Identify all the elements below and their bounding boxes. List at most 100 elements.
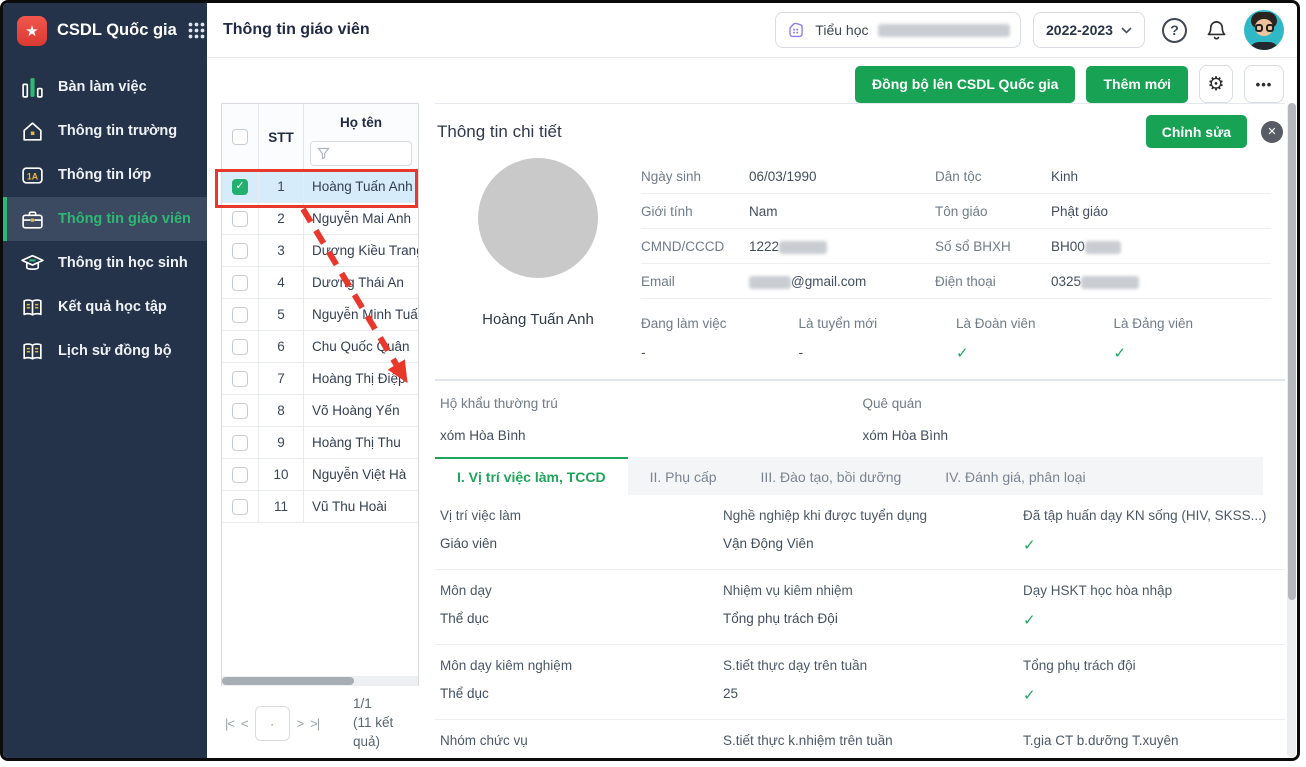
status-value: ✓ bbox=[1114, 344, 1272, 363]
notifications-button[interactable] bbox=[1205, 19, 1228, 42]
edit-button[interactable]: Chỉnh sửa bbox=[1145, 115, 1247, 148]
row-checkbox[interactable]: ✓ bbox=[232, 402, 248, 419]
info-field-label: Ngày sinh bbox=[641, 159, 749, 194]
row-stt: 5 bbox=[259, 299, 304, 330]
address-label: Quê quán bbox=[862, 396, 922, 411]
first-page-button[interactable]: |< bbox=[225, 716, 235, 731]
status-label: Đang làm việc bbox=[641, 316, 727, 331]
row-checkbox[interactable]: ✓ bbox=[232, 178, 248, 195]
prev-page-button[interactable]: < bbox=[241, 716, 249, 731]
table-row[interactable]: ✓ 5 Nguyễn Minh Tuấ bbox=[222, 299, 418, 331]
scrollbar-thumb[interactable] bbox=[222, 677, 354, 686]
status-value: -✓ bbox=[798, 344, 804, 360]
school-selector[interactable]: Tiểu học bbox=[775, 12, 1021, 48]
sidebar-item-school[interactable]: Thông tin trường bbox=[3, 109, 207, 153]
help-button[interactable]: ? bbox=[1162, 17, 1187, 43]
row-checkbox[interactable]: ✓ bbox=[232, 210, 248, 227]
status-grid: Đang làm việc -✓ Là tuyển mới -✓ Là Đoàn… bbox=[641, 316, 1271, 363]
row-stt: 1 bbox=[259, 171, 304, 202]
status-field: Đang làm việc -✓ bbox=[641, 316, 799, 363]
row-stt: 11 bbox=[259, 491, 304, 522]
teacher-detail-panel: Thông tin chi tiết Chỉnh sửa ✕ Hoàng Tuấ… bbox=[435, 103, 1285, 758]
table-row[interactable]: ✓ 11 Vũ Thu Hoài bbox=[222, 491, 418, 523]
detail-cell: Nghề nghiệp khi được tuyển dụng Vận Động… bbox=[723, 495, 1023, 570]
info-field-value: 06/03/1990 bbox=[749, 159, 935, 194]
table-horizontal-scrollbar[interactable] bbox=[221, 676, 419, 687]
select-all-checkbox[interactable]: ✓ bbox=[232, 129, 248, 145]
sidebar-item-results[interactable]: Kết quả học tập bbox=[3, 285, 207, 329]
row-checkbox[interactable]: ✓ bbox=[232, 466, 248, 483]
school-year-select[interactable]: 2022-2023 bbox=[1033, 12, 1145, 48]
table-row[interactable]: ✓ 3 Dương Kiều Trang bbox=[222, 235, 418, 267]
open-book-icon bbox=[23, 342, 42, 360]
info-field-label: Dân tộc bbox=[935, 159, 1051, 194]
more-options-button[interactable]: ••• bbox=[1244, 65, 1284, 103]
row-teacher-name: Nguyễn Minh Tuấ bbox=[312, 307, 418, 322]
detail-vertical-scrollbar[interactable] bbox=[1287, 103, 1296, 757]
filter-funnel-icon bbox=[317, 147, 330, 160]
page-number-input[interactable]: · bbox=[254, 706, 290, 742]
help-icon: ? bbox=[1170, 22, 1179, 38]
detail-cell: Đã tập huấn dạy KN sống (HIV, SKSS...) ✓ bbox=[1023, 495, 1285, 570]
detail-cell-label: Môn dạy kiêm nghiệm bbox=[440, 658, 573, 673]
school-house-icon bbox=[23, 121, 42, 141]
user-avatar[interactable] bbox=[1244, 10, 1284, 50]
table-row[interactable]: ✓ 4 Dương Thái An bbox=[222, 267, 418, 299]
sidebar-item-label: Thông tin học sinh bbox=[58, 255, 188, 271]
apps-grid-icon[interactable] bbox=[187, 21, 206, 40]
scrollbar-thumb[interactable] bbox=[1287, 103, 1296, 600]
table-row[interactable]: ✓ 8 Võ Hoàng Yến bbox=[222, 395, 418, 427]
star-icon: ★ bbox=[25, 22, 39, 40]
table-row[interactable]: ✓ 2 Nguyễn Mai Anh bbox=[222, 203, 418, 235]
name-filter-input[interactable] bbox=[310, 141, 412, 166]
table-row[interactable]: ✓ 7 Hoàng Thị Điệp bbox=[222, 363, 418, 395]
sidebar-item-students[interactable]: Thông tin học sinh bbox=[3, 241, 207, 285]
detail-tab[interactable]: III. Đào tạo, bồi dưỡng bbox=[739, 457, 924, 495]
row-checkbox[interactable]: ✓ bbox=[232, 306, 248, 323]
check-icon: ✓ bbox=[1113, 345, 1127, 362]
svg-text:1A: 1A bbox=[27, 171, 39, 181]
detail-tab[interactable]: I. Vị trí việc làm, TCCD bbox=[435, 457, 628, 495]
row-stt: 10 bbox=[259, 459, 304, 490]
gear-icon: ⚙ bbox=[1207, 73, 1225, 95]
next-page-button[interactable]: > bbox=[297, 716, 305, 731]
row-teacher-name: Chu Quốc Quân bbox=[312, 339, 410, 354]
info-field-value: Nam bbox=[749, 194, 935, 229]
job-detail-grid: Vị trí việc làm Giáo viên✓ Nghề nghiệp k… bbox=[435, 495, 1285, 758]
row-checkbox[interactable]: ✓ bbox=[232, 434, 248, 451]
sync-to-national-db-button[interactable]: Đồng bộ lên CSDL Quốc gia bbox=[855, 65, 1076, 103]
address-section: Hộ khẩu thường trú xóm Hòa Bình Quê quán… bbox=[435, 381, 1285, 456]
table-row[interactable]: ✓ 6 Chu Quốc Quân bbox=[222, 331, 418, 363]
detail-tab[interactable]: II. Phụ cấp bbox=[628, 457, 739, 495]
settings-button[interactable]: ⚙ bbox=[1199, 65, 1233, 103]
info-field-value: 0325 bbox=[1051, 264, 1271, 299]
detail-cell-value: Giáo viên✓ bbox=[440, 536, 498, 551]
row-stt: 6 bbox=[259, 331, 304, 362]
last-page-button[interactable]: >| bbox=[310, 716, 320, 731]
sidebar-item-teachers[interactable]: Thông tin giáo viên bbox=[3, 197, 207, 241]
row-checkbox[interactable]: ✓ bbox=[232, 274, 248, 291]
sidebar-item-workspace[interactable]: Bàn làm việc bbox=[3, 65, 207, 109]
school-name-redacted bbox=[878, 23, 1010, 37]
table-row[interactable]: ✓ 1 Hoàng Tuấn Anh bbox=[222, 171, 418, 203]
row-checkbox[interactable]: ✓ bbox=[232, 498, 248, 515]
sidebar-item-sync-history[interactable]: Lịch sử đồng bộ bbox=[3, 329, 207, 373]
close-detail-button[interactable]: ✕ bbox=[1261, 120, 1283, 143]
table-row[interactable]: ✓ 9 Hoàng Thị Thu bbox=[222, 427, 418, 459]
sidebar-item-label: Thông tin giáo viên bbox=[58, 211, 191, 227]
detail-cell-label: Nhóm chức vụ bbox=[440, 733, 528, 748]
table-row[interactable]: ✓ 10 Nguyễn Việt Hà bbox=[222, 459, 418, 491]
add-new-button[interactable]: Thêm mới bbox=[1086, 65, 1188, 103]
detail-cell: Nhóm chức vụ Tổ phó chuyên môn✓ bbox=[435, 720, 723, 758]
row-checkbox[interactable]: ✓ bbox=[232, 338, 248, 355]
detail-cell: Vị trí việc làm Giáo viên✓ bbox=[435, 495, 723, 570]
school-name-prefix: Tiểu học bbox=[815, 22, 869, 38]
detail-cell: T.gia CT b.dưỡng T.xuyên ✓ bbox=[1023, 720, 1285, 758]
detail-tab[interactable]: IV. Đánh giá, phân loại bbox=[923, 457, 1107, 495]
row-checkbox[interactable]: ✓ bbox=[232, 370, 248, 387]
sidebar-nav: Bàn làm việc Thông tin trường 1A Thông t… bbox=[3, 65, 207, 373]
row-checkbox[interactable]: ✓ bbox=[232, 242, 248, 259]
info-field-value: Kinh bbox=[1051, 159, 1271, 194]
detail-cell-value: ✓ bbox=[1023, 686, 1277, 704]
sidebar-item-class[interactable]: 1A Thông tin lớp bbox=[3, 153, 207, 197]
